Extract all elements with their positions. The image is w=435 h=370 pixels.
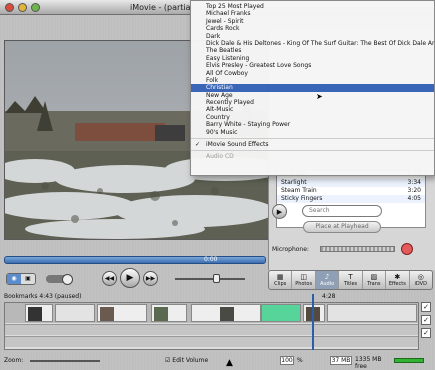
menu-item[interactable]: Top 25 Most Played xyxy=(191,3,434,10)
menu-item[interactable]: Folk xyxy=(191,77,434,84)
zoom-icon[interactable] xyxy=(31,3,40,12)
menu-item[interactable]: Elvis Presley - Greatest Love Songs xyxy=(191,62,434,69)
menu-item[interactable]: Cards Rock xyxy=(191,25,434,32)
preview-play-button[interactable]: ▶ xyxy=(272,204,287,219)
menu-item[interactable]: Dick Dale & His Deltones - King Of The S… xyxy=(191,40,434,47)
transport-controls: ◀◀ ▶ ▶▶ xyxy=(102,268,158,288)
titles-pane-button[interactable]: T Titles xyxy=(339,271,363,289)
video-clip[interactable] xyxy=(303,304,325,322)
camera-mode-icon[interactable]: ◉ xyxy=(7,274,21,284)
menu-item[interactable]: Dark xyxy=(191,33,434,40)
menu-item[interactable]: Jewel - Spirit xyxy=(191,18,434,25)
menu-item[interactable]: Country xyxy=(191,114,434,121)
zoom-label: Zoom: xyxy=(4,357,24,364)
list-item[interactable]: Steam Train 3:20 xyxy=(277,187,425,195)
scrubber-bar[interactable] xyxy=(4,256,266,264)
free-space-label: 1335 MB free xyxy=(355,356,382,370)
transitions-pane-button[interactable]: ▨ Trans xyxy=(363,271,387,289)
free-space-bar xyxy=(394,358,424,363)
volume-slider[interactable] xyxy=(175,278,245,280)
checkmark-icon: ✓ xyxy=(195,141,201,149)
menu-item[interactable]: Easy Listening xyxy=(191,55,434,62)
timeline[interactable] xyxy=(4,302,419,350)
memory-field: 37 MB xyxy=(330,356,352,365)
video-clip[interactable] xyxy=(97,304,147,322)
pointer-cursor-icon: ➤ xyxy=(316,92,323,101)
video-clip[interactable] xyxy=(55,304,95,322)
video-clip[interactable] xyxy=(151,304,187,322)
play-button[interactable]: ▶ xyxy=(120,268,140,288)
video-track-checkbox[interactable]: ✓ xyxy=(421,302,431,312)
microphone-meter xyxy=(320,246,395,252)
volume-knob[interactable] xyxy=(213,274,220,283)
effects-icon: ✱ xyxy=(394,273,401,281)
view-toggle[interactable] xyxy=(46,274,73,285)
audio-track-2-checkbox[interactable]: ✓ xyxy=(421,328,431,338)
list-item[interactable]: Starlight 3:34 xyxy=(277,179,425,187)
menu-item[interactable]: All Of Cowboy xyxy=(191,70,434,77)
transitions-icon: ▨ xyxy=(370,273,378,281)
menu-separator xyxy=(191,150,434,152)
titles-icon: T xyxy=(348,273,353,281)
menu-item[interactable]: Alt-Music xyxy=(191,106,434,113)
microphone-label: Microphone: xyxy=(272,246,309,253)
minimize-icon[interactable] xyxy=(18,3,27,12)
window-controls xyxy=(5,3,40,12)
window-title: iMovie - (partial) xyxy=(130,3,196,12)
video-track[interactable] xyxy=(5,303,418,323)
video-clip[interactable] xyxy=(25,304,53,322)
audio-track-1[interactable] xyxy=(5,324,418,335)
menu-item[interactable]: 90's Music xyxy=(191,129,434,136)
menu-item[interactable]: Michael Franks xyxy=(191,10,434,17)
pane-buttons: ▦ Clips ◫ Photos ♪ Audio T Titles ▨ Trans ✱ Ef… xyxy=(268,270,433,290)
audio-track-2[interactable] xyxy=(5,336,418,347)
rewind-button[interactable]: ◀◀ xyxy=(102,270,117,286)
volume-percent-field[interactable]: 100 xyxy=(280,356,294,365)
edit-mode-icon[interactable]: ▣ xyxy=(21,274,35,284)
camera-clip-mode-switch[interactable]: ◉ ▣ xyxy=(6,273,36,285)
video-clip[interactable] xyxy=(191,304,261,322)
menu-separator xyxy=(191,138,434,140)
track-checkboxes: ✓ ✓ ✓ xyxy=(421,302,433,338)
timeline-status: Bookmarks 4:43 (paused) xyxy=(4,293,82,300)
menu-item-audio-cd: Audio CD xyxy=(206,153,234,161)
menu-item[interactable]: The Beatles xyxy=(191,47,434,54)
arrow-cursor-icon: ▲ xyxy=(226,358,233,368)
audio-pane-button[interactable]: ♪ Audio xyxy=(315,271,340,289)
timeline-header: Bookmarks 4:43 (paused) 4:28 xyxy=(4,293,419,302)
fast-forward-button[interactable]: ▶▶ xyxy=(143,270,158,286)
playhead[interactable] xyxy=(312,294,314,350)
search-input[interactable]: Search xyxy=(302,205,382,217)
zoom-slider[interactable] xyxy=(30,360,100,362)
song-list[interactable]: Soul Man2:59 Starlight3:34 Steam Train3:… xyxy=(276,170,426,228)
menu-item[interactable]: New Age xyxy=(191,92,434,99)
audio-icon: ♪ xyxy=(324,273,330,281)
menu-item[interactable]: Barry White - Staying Power xyxy=(191,121,434,128)
audio-track-1-checkbox[interactable]: ✓ xyxy=(421,315,431,325)
menu-item-sound-effects[interactable]: ✓ iMovie Sound Effects xyxy=(191,141,434,148)
playhead-timecode: 4:28 xyxy=(322,293,336,300)
list-item[interactable]: Sticky Fingers 4:05 xyxy=(277,195,425,203)
transition-clip[interactable] xyxy=(261,304,301,322)
clips-icon: ▦ xyxy=(276,273,284,281)
place-at-playhead-button[interactable]: Place at Playhead xyxy=(303,221,381,233)
photos-pane-button[interactable]: ◫ Photos xyxy=(292,271,316,289)
effects-pane-button[interactable]: ✱ Effects xyxy=(386,271,410,289)
record-button[interactable] xyxy=(401,243,413,255)
edit-volume-checkbox[interactable]: ☑ Edit Volume xyxy=(165,357,208,364)
clips-pane-button[interactable]: ▦ Clips xyxy=(269,271,293,289)
idvd-icon: ◎ xyxy=(417,273,424,281)
scrubber-timecode: 0:00 xyxy=(204,256,218,263)
idvd-pane-button[interactable]: ◎ iDVD xyxy=(410,271,432,289)
video-clip[interactable] xyxy=(327,304,417,322)
photos-icon: ◫ xyxy=(300,273,307,281)
close-icon[interactable] xyxy=(5,3,14,12)
percent-label: % xyxy=(297,357,303,364)
menu-item-selected[interactable]: Christian xyxy=(191,84,434,92)
menu-item[interactable]: Recently Played xyxy=(191,99,434,106)
audio-source-menu[interactable]: Top 25 Most Played Michael Franks Jewel … xyxy=(190,0,435,176)
